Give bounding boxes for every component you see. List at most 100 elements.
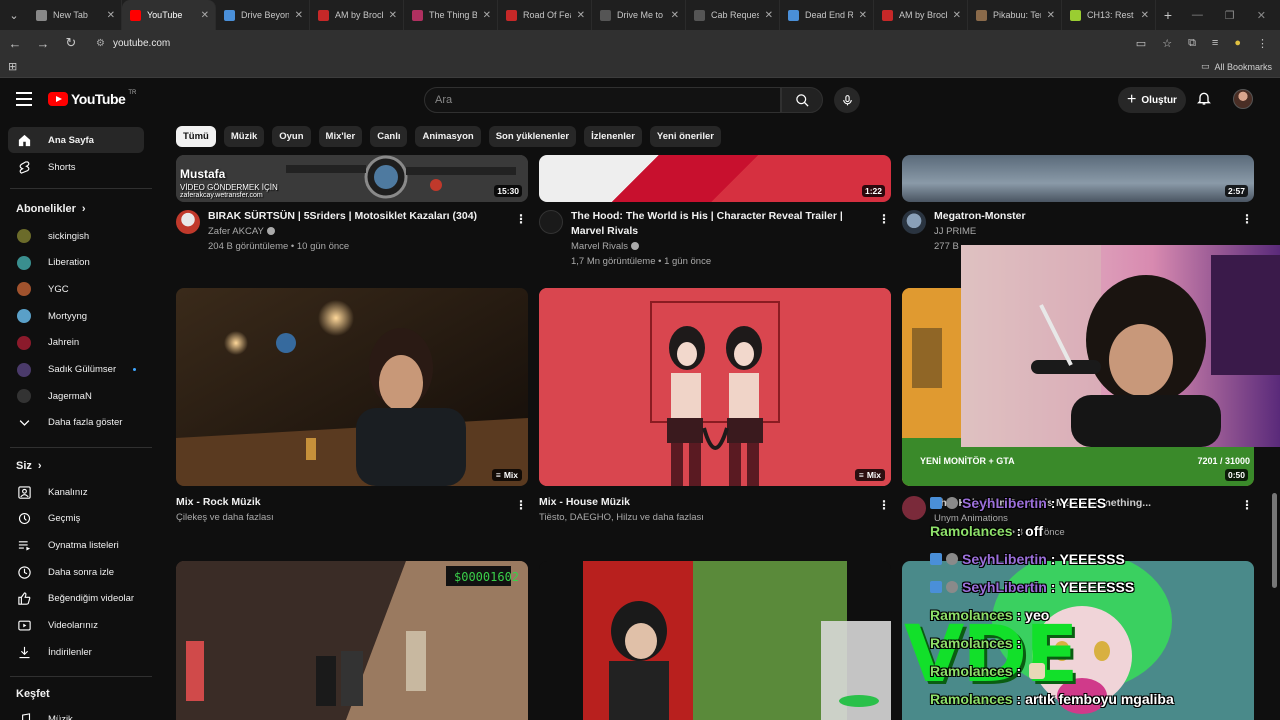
video-thumbnail[interactable] xyxy=(539,561,891,720)
sidebar-item-ana-sayfa[interactable]: Ana Sayfa xyxy=(8,127,144,153)
filter-chip[interactable]: Animasyon xyxy=(415,126,481,147)
extensions-icon[interactable]: ⧉ xyxy=(1188,37,1196,50)
browser-tab[interactable]: AM by Brock ✕ xyxy=(310,0,404,30)
sidebar-item-videolar-n-z[interactable]: Videolarınız xyxy=(8,613,144,639)
channel-name[interactable]: JJ PRIME xyxy=(934,224,976,239)
create-button[interactable]: + Oluştur xyxy=(1118,87,1186,113)
video-thumbnail[interactable]: 1:22 xyxy=(539,155,891,202)
browser-tab[interactable]: New Tab ✕ xyxy=(28,0,122,30)
browser-tab[interactable]: Drive Beyond ✕ xyxy=(216,0,310,30)
browser-tab[interactable]: YouTube ✕ xyxy=(122,0,216,30)
browser-tab[interactable]: Pikabuu: Ter ✕ xyxy=(968,0,1062,30)
close-tab-icon[interactable]: ✕ xyxy=(201,10,209,21)
sidebar-item-ge-mi-[interactable]: Geçmiş xyxy=(8,506,144,532)
sidebar-item-m-zik[interactable]: Müzik xyxy=(8,706,144,720)
close-tab-icon[interactable]: ✕ xyxy=(859,10,867,21)
youtube-logo[interactable]: YouTube TR xyxy=(48,90,136,107)
video-thumbnail[interactable]: 2:57 xyxy=(902,155,1254,202)
channel-name[interactable]: Zafer AKCAY xyxy=(208,224,275,239)
filter-chip[interactable]: İzlenenler xyxy=(584,126,642,147)
video-title[interactable]: BIRAK SÜRTSÜN | 5Sriders | Motosiklet Ka… xyxy=(208,209,498,224)
subscriptions-header[interactable]: Abonelikler › xyxy=(16,203,86,215)
sidebar-item-daha-fazla-g-ster[interactable]: Daha fazla göster xyxy=(8,410,144,436)
cast-icon[interactable]: ▭ xyxy=(1136,37,1146,50)
close-tab-icon[interactable]: ✕ xyxy=(1141,10,1149,21)
sidebar-item-mortyyng[interactable]: Mortyyng xyxy=(8,303,144,329)
video-title[interactable]: Mix - House Müzik xyxy=(539,495,859,510)
browser-tab[interactable]: AM by Brock ✕ xyxy=(874,0,968,30)
browser-tab[interactable]: Drive Me to ✕ xyxy=(592,0,686,30)
search-input[interactable] xyxy=(435,94,780,106)
channel-avatar[interactable] xyxy=(176,210,200,234)
filter-chip[interactable]: Oyun xyxy=(272,126,311,147)
close-tab-icon[interactable]: ✕ xyxy=(765,10,773,21)
site-info-icon[interactable]: ⚙ xyxy=(96,38,105,49)
more-actions-icon[interactable]: ⋮ xyxy=(878,499,890,511)
close-tab-icon[interactable]: ✕ xyxy=(671,10,679,21)
sidebar-item-jahrein[interactable]: Jahrein xyxy=(8,330,144,356)
guide-menu-icon[interactable] xyxy=(16,92,32,106)
browser-tab[interactable]: The Thing Be ✕ xyxy=(404,0,498,30)
filter-chip[interactable]: Son yüklenenler xyxy=(488,126,577,147)
sidebar-item-sickingish[interactable]: sickingish xyxy=(8,223,144,249)
sidebar-item-shorts[interactable]: Shorts xyxy=(8,154,144,180)
channel-avatar[interactable] xyxy=(539,210,563,234)
close-tab-icon[interactable]: ✕ xyxy=(1047,10,1055,21)
reading-list-icon[interactable]: ≡ xyxy=(1212,37,1218,50)
sidebar-item-ygc[interactable]: YGC xyxy=(8,276,144,302)
browser-tab[interactable]: CH13: Rest S ✕ xyxy=(1062,0,1156,30)
profile-icon[interactable]: ● xyxy=(1234,37,1241,50)
forward-icon[interactable]: → xyxy=(36,36,50,51)
filter-chip[interactable]: Yeni öneriler xyxy=(649,126,721,147)
video-title[interactable]: Megatron-Monster xyxy=(934,209,1224,224)
browser-tab[interactable]: Cab Request ✕ xyxy=(686,0,780,30)
sidebar-item-sad-k-g-l-mser[interactable]: Sadık Gülümser xyxy=(8,357,144,383)
close-tab-icon[interactable]: ✕ xyxy=(577,10,585,21)
search-button[interactable] xyxy=(781,87,823,113)
back-icon[interactable]: ← xyxy=(8,36,22,51)
filter-chip[interactable]: Müzik xyxy=(223,126,265,147)
filter-chip[interactable]: Mix'ler xyxy=(318,126,363,147)
you-header[interactable]: Siz › xyxy=(16,460,42,472)
more-actions-icon[interactable]: ⋮ xyxy=(515,499,527,511)
sidebar-item-i-ndirilenler[interactable]: İndirilenler xyxy=(8,639,144,665)
filter-chip[interactable]: Canlı xyxy=(370,126,408,147)
sidebar-item-be-endi-im-videolar[interactable]: Beğendiğim videolar xyxy=(8,586,144,612)
close-tab-icon[interactable]: ✕ xyxy=(295,10,303,21)
sidebar-item-jagerman[interactable]: JagermaN xyxy=(8,383,144,409)
video-thumbnail[interactable]: ≡ Mix xyxy=(539,288,891,486)
close-window-icon[interactable]: ✕ xyxy=(1257,9,1266,22)
browser-tab[interactable]: Road Of Fear ✕ xyxy=(498,0,592,30)
video-thumbnail[interactable]: $00001602 xyxy=(176,561,528,720)
new-tab-button[interactable]: + xyxy=(1156,0,1180,30)
channel-name[interactable]: Marvel Rivals xyxy=(571,239,640,254)
channel-avatar[interactable] xyxy=(902,496,926,520)
bookmark-star-icon[interactable]: ☆ xyxy=(1162,37,1172,50)
more-actions-icon[interactable]: ⋮ xyxy=(878,213,890,225)
close-tab-icon[interactable]: ✕ xyxy=(107,10,115,21)
voice-search-button[interactable] xyxy=(834,87,860,113)
tab-search-icon[interactable]: ⌄ xyxy=(0,0,28,30)
sidebar-item-daha-sonra-izle[interactable]: Daha sonra izle xyxy=(8,559,144,585)
address-bar[interactable]: ⚙ youtube.com xyxy=(92,32,1122,54)
account-avatar[interactable] xyxy=(1233,89,1253,109)
sidebar-item-oynatma-listeleri[interactable]: Oynatma listeleri xyxy=(8,532,144,558)
maximize-icon[interactable]: ❐ xyxy=(1225,9,1235,22)
filter-chip[interactable]: Tümü xyxy=(176,126,216,147)
close-tab-icon[interactable]: ✕ xyxy=(389,10,397,21)
video-thumbnail[interactable]: ≡ Mix xyxy=(176,288,528,486)
more-actions-icon[interactable]: ⋮ xyxy=(1241,213,1253,225)
more-actions-icon[interactable]: ⋮ xyxy=(515,213,527,225)
apps-icon[interactable]: ⊞ xyxy=(8,60,17,73)
sidebar-item-kanal-n-z[interactable]: Kanalınız xyxy=(8,479,144,505)
video-title[interactable]: Mix - Rock Müzik xyxy=(176,495,496,510)
browser-menu-icon[interactable]: ⋮ xyxy=(1257,37,1268,50)
minimize-icon[interactable]: — xyxy=(1192,9,1203,22)
notifications-button[interactable] xyxy=(1196,90,1212,111)
channel-avatar[interactable] xyxy=(902,210,926,234)
video-thumbnail[interactable]: Mustafa VİDEO GÖNDERMEK İÇİN zaferakcay.… xyxy=(176,155,528,202)
close-tab-icon[interactable]: ✕ xyxy=(953,10,961,21)
close-tab-icon[interactable]: ✕ xyxy=(483,10,491,21)
video-title[interactable]: The Hood: The World is His | Character R… xyxy=(571,209,871,239)
page-scrollbar[interactable] xyxy=(1272,493,1277,588)
